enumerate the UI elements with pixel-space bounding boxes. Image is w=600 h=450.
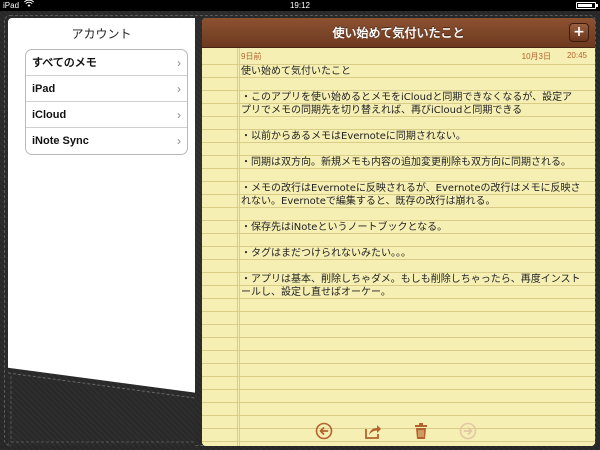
- account-item-label: すべてのメモ: [32, 57, 97, 69]
- trash-icon[interactable]: [412, 422, 430, 440]
- paper-margin-line: [237, 48, 238, 446]
- leather-pocket: [8, 367, 195, 446]
- battery-level-fill: [578, 4, 592, 7]
- note-relative-date: 9日前: [241, 52, 262, 61]
- note-time: 20:45: [566, 51, 587, 60]
- chevron-right-icon: ›: [177, 108, 181, 122]
- note-paragraph: ・メモの改行はEvernoteに反映されるが、Evernoteの改行はメモに反映…: [241, 183, 581, 207]
- share-icon[interactable]: [364, 422, 382, 440]
- note-paragraph: ・アプリは基本、削除しちゃダメ。もしも削除しちゃったら、再度インストールし、設定…: [241, 274, 581, 298]
- note-paragraph: ・以前からあるメモはEvernoteに同期されない。: [241, 131, 466, 142]
- account-item-label: iNote Sync: [32, 135, 89, 147]
- status-bar: iPad 19:12: [0, 0, 600, 11]
- accounts-pane: アカウント すべてのメモ › iPad › iCloud › iNote Syn…: [8, 18, 195, 446]
- account-item-label: iPad: [32, 83, 56, 95]
- note-paragraph: ・このアプリを使い始めるとメモをiCloudと同期できなくなるが、設定アプリでメ…: [241, 92, 573, 116]
- note-title: 使い始めて気付いたこと: [332, 26, 465, 40]
- note-paragraph: ・保存先はiNoteというノートブックとなる。: [241, 222, 448, 233]
- forward-arrow-icon[interactable]: [459, 422, 477, 440]
- account-item-all-notes[interactable]: すべてのメモ ›: [26, 50, 187, 76]
- account-item-label: iCloud: [32, 109, 67, 121]
- chevron-right-icon: ›: [177, 82, 181, 96]
- paper-margin-line: [239, 48, 240, 446]
- add-note-button[interactable]: +: [569, 23, 589, 42]
- note-pane: 使い始めて気付いたこと + 9日前 10月3日 20:45 使い始めて気付いたこ…: [202, 18, 595, 446]
- note-body[interactable]: 使い始めて気付いたこと ・このアプリを使い始めるとメモをiCloudと同期できな…: [241, 65, 581, 299]
- accounts-title: アカウント: [71, 27, 132, 41]
- account-item-ipad[interactable]: iPad ›: [26, 76, 187, 102]
- chevron-right-icon: ›: [177, 56, 181, 70]
- account-list: すべてのメモ › iPad › iCloud › iNote Sync ›: [25, 49, 188, 155]
- note-paragraph: ・タグはまだつけられないみたい。。。: [241, 248, 411, 259]
- note-date: 10月3日: [521, 52, 551, 61]
- note-header: 使い始めて気付いたこと +: [202, 18, 595, 48]
- note-paragraph: 使い始めて気付いたこと: [241, 66, 351, 77]
- status-time: 19:12: [289, 1, 311, 10]
- note-paragraph: ・同期は双方向。新規メモも内容の追加変更削除も双方向に同期される。: [241, 157, 571, 168]
- battery-icon: [576, 2, 598, 9]
- account-item-inote-sync[interactable]: iNote Sync ›: [26, 128, 187, 154]
- back-arrow-icon[interactable]: [315, 422, 333, 440]
- note-toolbar: [202, 414, 595, 446]
- account-item-icloud[interactable]: iCloud ›: [26, 102, 187, 128]
- chevron-right-icon: ›: [177, 134, 181, 148]
